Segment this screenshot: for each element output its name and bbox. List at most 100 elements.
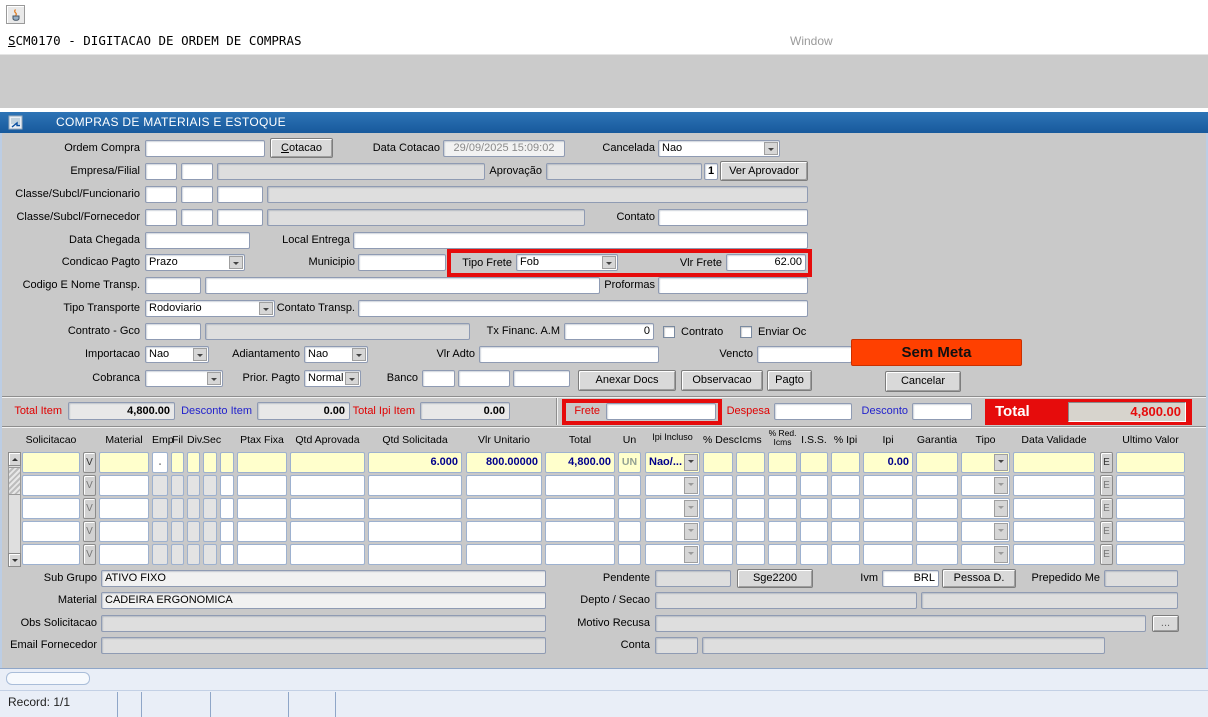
grid-garantia-row1[interactable] [916, 452, 958, 473]
nome-transp-input[interactable] [205, 277, 600, 294]
grid-p_red_icms-row4[interactable] [768, 521, 797, 542]
grid-qtd_solicitada-row2[interactable] [368, 475, 462, 496]
cotacao-button[interactable]: Cotacao [270, 138, 333, 158]
grid-p_red_icms-row1[interactable] [768, 452, 797, 473]
horizontal-scrollbar-thumb[interactable] [6, 672, 90, 685]
banco-input-1[interactable] [422, 370, 455, 387]
banco-input-3[interactable] [513, 370, 570, 387]
grid-v-row3[interactable]: V [83, 498, 96, 519]
grid-total-row5[interactable] [545, 544, 615, 565]
vlr-adto-input[interactable] [479, 346, 659, 363]
grid-tipo-row2[interactable] [961, 475, 1010, 496]
grid-un-row5[interactable] [618, 544, 641, 565]
chevron-down-icon[interactable] [352, 348, 366, 361]
grid-vlr_unitario-row2[interactable] [466, 475, 542, 496]
ver-aprovador-button[interactable]: Ver Aprovador [720, 161, 808, 181]
grid-ipi_incluso-row2[interactable] [645, 475, 700, 496]
grid-ultimo_valor-row4[interactable] [1116, 521, 1185, 542]
pagto-button[interactable]: Pagto [767, 370, 812, 391]
classe-forn-input-2[interactable] [181, 209, 213, 226]
grid-un-row1[interactable]: UN [618, 452, 641, 473]
grid-iss-row1[interactable] [800, 452, 828, 473]
despesa-input[interactable] [774, 403, 852, 420]
chevron-down-icon[interactable] [345, 372, 359, 385]
scroll-down-button[interactable] [8, 553, 21, 567]
grid-un-row2[interactable] [618, 475, 641, 496]
grid-ptax_fixa-row3[interactable] [237, 498, 287, 519]
observacao-button[interactable]: Observacao [681, 370, 763, 391]
grid-qtd_solicitada-row3[interactable] [368, 498, 462, 519]
grid-p_ipi-row5[interactable] [831, 544, 860, 565]
grid-data_validade-row2[interactable] [1013, 475, 1095, 496]
grid-material-row4[interactable] [99, 521, 149, 542]
grid-material-row1[interactable] [99, 452, 149, 473]
grid-tipo-row1[interactable] [961, 452, 1010, 473]
grid-garantia-row5[interactable] [916, 544, 958, 565]
grid-v-row2[interactable]: V [83, 475, 96, 496]
grid-x2-row2[interactable] [220, 475, 234, 496]
grid-icms-row5[interactable] [736, 544, 765, 565]
chevron-down-icon[interactable] [994, 454, 1008, 471]
chevron-down-icon[interactable] [229, 256, 243, 269]
grid-tipo-row4[interactable] [961, 521, 1010, 542]
sge2200-button[interactable]: Sge2200 [737, 569, 813, 588]
grid-iss-row3[interactable] [800, 498, 828, 519]
classe-func-input-1[interactable] [145, 186, 177, 203]
scroll-up-button[interactable] [8, 452, 21, 466]
grid-tipo-row3[interactable] [961, 498, 1010, 519]
grid-divi-row1[interactable] [187, 452, 200, 473]
grid-ptax_fixa-row5[interactable] [237, 544, 287, 565]
grid-ipi_incluso-row1[interactable]: Nao/... [645, 452, 700, 473]
motivo-recusa-more-button[interactable]: ... [1152, 615, 1179, 632]
ordem-compra-input[interactable] [145, 140, 265, 157]
grid-ultimo_valor-row2[interactable] [1116, 475, 1185, 496]
grid-fil-row1[interactable] [171, 452, 184, 473]
banco-input-2[interactable] [458, 370, 510, 387]
grid-x2-row3[interactable] [220, 498, 234, 519]
grid-material-row2[interactable] [99, 475, 149, 496]
grid-total-row1[interactable]: 4,800.00 [545, 452, 615, 473]
tx-financ-input[interactable]: 0 [564, 323, 654, 340]
grid-ptax_fixa-row4[interactable] [237, 521, 287, 542]
local-entrega-input[interactable] [353, 232, 808, 249]
grid-qtd_solicitada-row4[interactable] [368, 521, 462, 542]
grid-ipi-row4[interactable] [863, 521, 913, 542]
vencto-input[interactable] [757, 346, 852, 363]
contrato-checkbox[interactable] [663, 326, 675, 338]
grid-ptax_fixa-row1[interactable] [237, 452, 287, 473]
chevron-down-icon[interactable] [207, 372, 221, 385]
grid-data_validade-row5[interactable] [1013, 544, 1095, 565]
grid-vlr_unitario-row5[interactable] [466, 544, 542, 565]
desconto-input[interactable] [912, 403, 972, 420]
grid-e-row5[interactable]: E [1100, 544, 1113, 565]
grid-garantia-row4[interactable] [916, 521, 958, 542]
filial-input[interactable] [181, 163, 213, 180]
contato-transp-input[interactable] [358, 300, 808, 317]
grid-p_ipi-row4[interactable] [831, 521, 860, 542]
grid-ipi-row3[interactable] [863, 498, 913, 519]
grid-e-row4[interactable]: E [1100, 521, 1113, 542]
classe-forn-input-3[interactable] [217, 209, 263, 226]
grid-un-row4[interactable] [618, 521, 641, 542]
pessoa-d-button[interactable]: Pessoa D. [942, 569, 1016, 588]
cancelar-button[interactable]: Cancelar [885, 371, 961, 392]
condicao-pagto-select[interactable]: Prazo [145, 254, 245, 271]
grid-p_desc-row5[interactable] [703, 544, 733, 565]
grid-p_red_icms-row3[interactable] [768, 498, 797, 519]
grid-solicitacao-row3[interactable] [22, 498, 80, 519]
grid-ptax_fixa-row2[interactable] [237, 475, 287, 496]
frete-input[interactable] [606, 403, 716, 420]
grid-total-row3[interactable] [545, 498, 615, 519]
grid-garantia-row3[interactable] [916, 498, 958, 519]
grid-data_validade-row4[interactable] [1013, 521, 1095, 542]
grid-total-row2[interactable] [545, 475, 615, 496]
grid-p_red_icms-row5[interactable] [768, 544, 797, 565]
grid-ultimo_valor-row3[interactable] [1116, 498, 1185, 519]
enviar-oc-checkbox[interactable] [740, 326, 752, 338]
grid-e-row2[interactable]: E [1100, 475, 1113, 496]
grid-p_desc-row3[interactable] [703, 498, 733, 519]
grid-v-row1[interactable]: V [83, 452, 96, 473]
grid-iss-row4[interactable] [800, 521, 828, 542]
grid-ultimo_valor-row1[interactable] [1116, 452, 1185, 473]
scrollbar-thumb[interactable] [8, 467, 21, 495]
